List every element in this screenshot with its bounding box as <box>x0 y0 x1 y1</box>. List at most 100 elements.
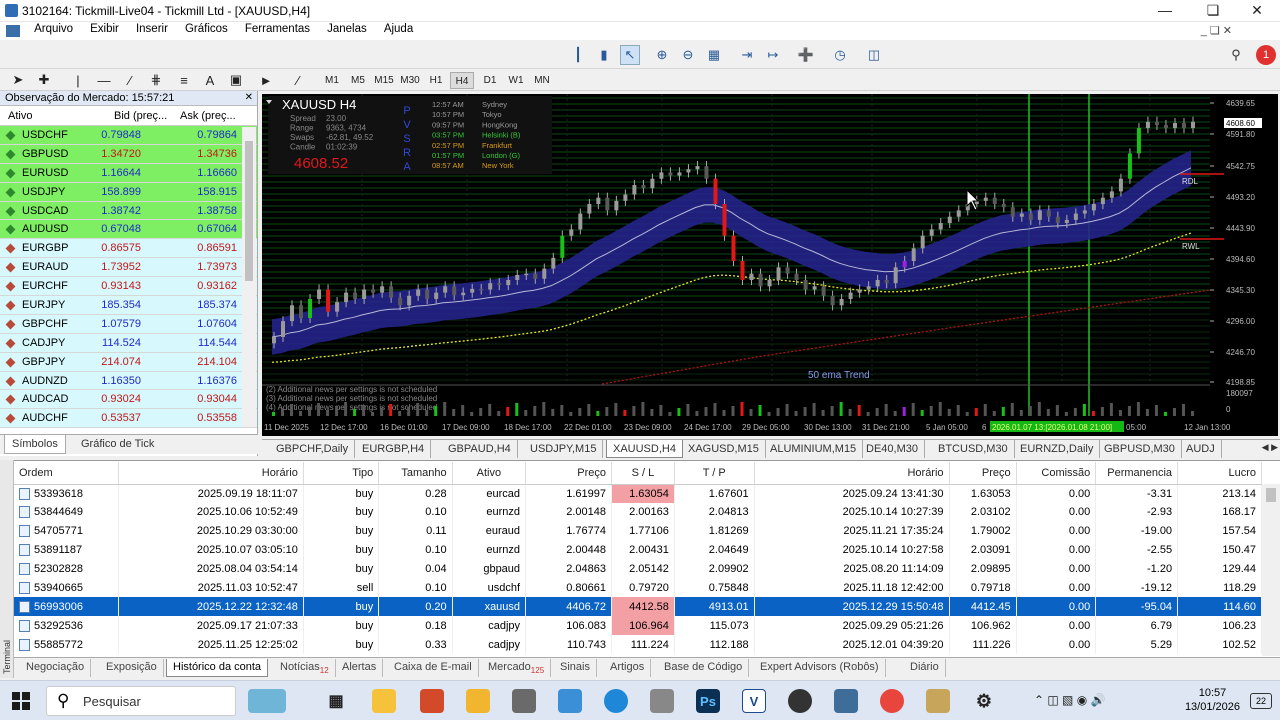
fibonacci-icon[interactable]: ≡ <box>174 70 194 90</box>
market-row-euraud[interactable]: EURAUD 1.73952 1.73973 <box>0 258 257 278</box>
term-tab-hist-rico-da-conta[interactable]: Histórico da conta <box>166 659 269 677</box>
chart-tab-btcusd-m30[interactable]: BTCUSD,M30 <box>932 440 1015 458</box>
order-row[interactable]: 52302828 2025.08.04 03:54:14 buy 0.04 gbpaud… <box>14 559 1262 579</box>
app-icon[interactable] <box>420 689 444 713</box>
col-pre-o[interactable]: Preço <box>949 462 1017 485</box>
label-icon[interactable]: ▣ <box>226 70 246 90</box>
market-row-usdjpy[interactable]: USDJPY 158.899 158.915 <box>0 182 257 202</box>
search-icon[interactable]: ⚲ <box>1226 45 1246 65</box>
col-hor-rio[interactable]: Horário <box>118 462 304 485</box>
task-view-icon[interactable]: ▦ <box>324 689 348 713</box>
menu-exibir[interactable]: Exibir <box>83 22 126 36</box>
market-row-audchf[interactable]: AUDCHF 0.53537 0.53558 <box>0 409 257 429</box>
trendline-icon[interactable]: ∕ <box>120 70 140 90</box>
order-row[interactable]: 53393618 2025.09.19 18:11:07 buy 0.28 eurcad… <box>14 484 1262 503</box>
chart-tab-de40-m30[interactable]: DE40,M30 <box>860 440 925 458</box>
close-button[interactable]: ✕ <box>1234 0 1280 22</box>
shapes-icon[interactable]: ► <box>256 70 276 90</box>
market-row-cadjpy[interactable]: CADJPY 114.524 114.544 <box>0 333 257 353</box>
chart-tab-gbpusd-m30[interactable]: GBPUSD,M30 <box>1098 440 1182 458</box>
term-tab-not-cias[interactable]: Notícias12 <box>274 659 336 677</box>
market-row-gbpchf[interactable]: GBPCHF 1.07579 1.07604 <box>0 314 257 334</box>
col-t---p[interactable]: T / P <box>674 462 755 485</box>
order-row[interactable]: 54705771 2025.10.29 03:30:00 buy 0.11 euraud… <box>14 521 1262 541</box>
scrollbar[interactable] <box>242 127 256 427</box>
zoom-in-icon[interactable]: ⊕ <box>652 45 672 65</box>
store-icon[interactable] <box>372 689 396 713</box>
doc-menu-icon[interactable] <box>6 25 20 37</box>
menu-janelas[interactable]: Janelas <box>320 22 374 36</box>
market-row-eurusd[interactable]: EURUSD 1.16644 1.16660 <box>0 163 257 183</box>
child-window-controls[interactable]: _ ❏ ✕ <box>1201 24 1232 37</box>
order-row[interactable]: 53292536 2025.09.17 21:07:33 buy 0.18 cadjpy… <box>14 616 1262 636</box>
tf-m15[interactable]: M15 <box>372 72 396 89</box>
app-icon-4[interactable] <box>788 689 812 713</box>
cursor-icon[interactable]: ➤ <box>8 70 28 90</box>
col-ativo[interactable]: Ativo <box>452 462 527 485</box>
candle-chart-icon[interactable]: ▮ <box>594 45 614 65</box>
horizontal-line-icon[interactable]: — <box>94 70 114 90</box>
alpari-icon[interactable] <box>926 689 950 713</box>
app-icon-5[interactable] <box>834 689 858 713</box>
chart-shift-icon[interactable]: ↦ <box>763 45 783 65</box>
close-icon[interactable]: ✕ <box>245 92 253 103</box>
crosshair-icon[interactable]: ✚ <box>34 70 54 90</box>
order-row[interactable]: 53891187 2025.10.07 03:05:10 buy 0.10 eurnzd… <box>14 540 1262 560</box>
col-permanencia[interactable]: Permanencia <box>1095 462 1179 485</box>
chart-tab-audj[interactable]: AUDJ <box>1180 440 1222 458</box>
col-hor-rio[interactable]: Horário <box>754 462 950 485</box>
bar-chart-icon[interactable]: ┃ <box>568 45 588 65</box>
order-row[interactable]: 53940665 2025.11.03 10:52:47 sell 0.10 usdch… <box>14 578 1262 598</box>
col-pre-o[interactable]: Preço <box>525 462 612 485</box>
order-row[interactable]: 56993006 2025.12.22 12:32:48 buy 0.20 xauusd… <box>14 597 1262 617</box>
term-tab-caixa-de-e-mail[interactable]: Caixa de E-mail <box>388 659 479 677</box>
tf-mn[interactable]: MN <box>530 72 554 89</box>
price-chart[interactable]: XAUUSD H4 Spread 23.00 Range 9363, 4734 Swaps… <box>262 94 1278 436</box>
tile-windows-icon[interactable]: ▦ <box>704 45 724 65</box>
term-tab-base-de-c-digo[interactable]: Base de Código <box>658 659 750 677</box>
col-s---l[interactable]: S / L <box>611 462 675 485</box>
col-tipo[interactable]: Tipo <box>303 462 380 485</box>
notification-count[interactable]: 22 <box>1250 693 1272 709</box>
periods-icon[interactable]: ◷ <box>830 45 850 65</box>
settings-icon[interactable]: ⚙ <box>972 689 996 713</box>
channel-icon[interactable]: ⋕ <box>146 70 166 90</box>
edge-icon[interactable] <box>604 689 628 713</box>
notification-icon[interactable]: 1 <box>1256 45 1276 65</box>
market-row-gbpjpy[interactable]: GBPJPY 214.074 214.104 <box>0 352 257 372</box>
tf-w1[interactable]: W1 <box>504 72 528 89</box>
term-tab-alertas[interactable]: Alertas <box>336 659 384 677</box>
order-row[interactable]: 53844649 2025.10.06 10:52:49 buy 0.10 eurnzd… <box>14 502 1262 522</box>
chrome-icon[interactable] <box>880 689 904 713</box>
menu-arquivo[interactable]: Arquivo <box>27 22 80 36</box>
chart-canvas[interactable]: XAUUSD H4 Spread 23.00 Range 9363, 4734 Swaps… <box>262 94 1278 436</box>
market-row-eurchf[interactable]: EURCHF 0.93143 0.93162 <box>0 277 257 297</box>
market-row-usdcad[interactable]: USDCAD 1.38742 1.38758 <box>0 201 257 221</box>
term-tab-mercado[interactable]: Mercado125 <box>482 659 552 677</box>
indicators-icon[interactable]: ➕ <box>796 45 816 65</box>
tf-m5[interactable]: M5 <box>346 72 370 89</box>
chart-tab-xagusd-m15[interactable]: XAGUSD,M15 <box>682 440 766 458</box>
scroll-end-icon[interactable]: ⇥ <box>737 45 757 65</box>
tab-simbolos[interactable]: Símbolos <box>4 435 66 454</box>
system-tray-icons[interactable]: ⌃ ◫ ▧ ◉ 🔊 <box>1034 693 1105 707</box>
market-row-eurgbp[interactable]: EURGBP 0.86575 0.86591 <box>0 239 257 259</box>
scrollbar-thumb[interactable] <box>245 141 253 281</box>
vertical-line-icon[interactable]: | <box>68 70 88 90</box>
tab-grafico-tick[interactable]: Gráfico de Tick <box>74 435 161 454</box>
col-ask[interactable]: Ask (preç... <box>180 106 236 126</box>
chart-tab-eurnzd-daily[interactable]: EURNZD,Daily <box>1014 440 1101 458</box>
menu-ferramentas[interactable]: Ferramentas <box>238 22 317 36</box>
text-icon[interactable]: A <box>200 70 220 90</box>
market-row-eurjpy[interactable]: EURJPY 185.354 185.374 <box>0 296 257 315</box>
line-chart-icon[interactable]: ↖ <box>620 45 640 65</box>
tf-h4[interactable]: H4 <box>450 72 474 89</box>
chart-tab-eurgbp-h4[interactable]: EURGBP,H4 <box>356 440 432 458</box>
col-lucro[interactable]: Lucro <box>1177 462 1262 485</box>
app-icon-3[interactable] <box>558 689 582 713</box>
tools-icon[interactable]: ∕ <box>288 70 308 90</box>
tf-m30[interactable]: M30 <box>398 72 422 89</box>
chart-tab-gbpchf-daily[interactable]: GBPCHF,Daily <box>270 440 356 458</box>
orders-scrollbar[interactable] <box>1262 484 1280 656</box>
chart-tab-xauusd-h4[interactable]: XAUUSD,H4 <box>606 440 683 458</box>
